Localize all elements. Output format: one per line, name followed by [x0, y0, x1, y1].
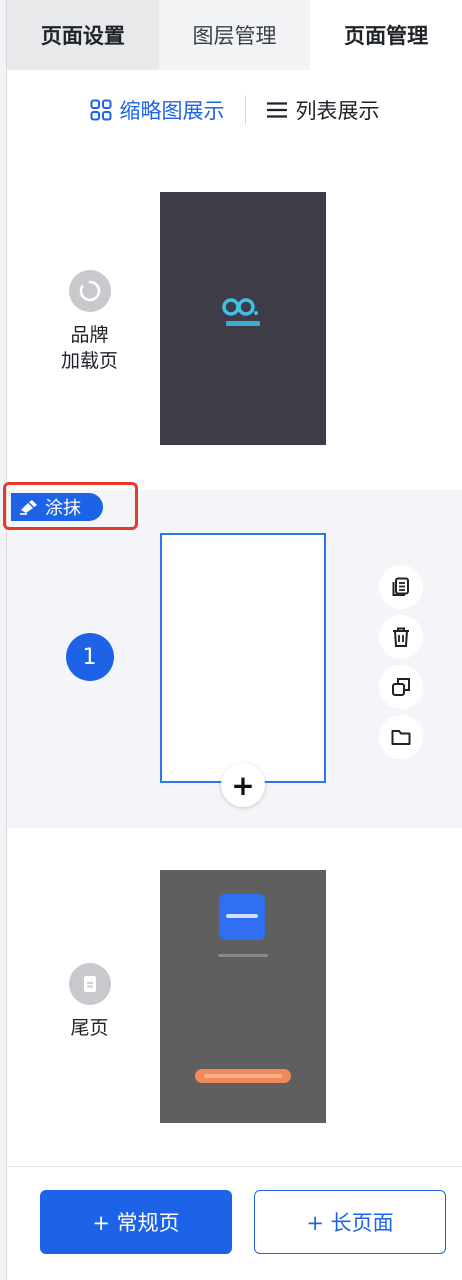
tab-page-management[interactable]: 页面管理	[310, 0, 462, 70]
brand-logo-icon	[222, 298, 260, 326]
add-regular-page-button[interactable]: + 常规页	[40, 1190, 232, 1254]
page-row-tail[interactable]: 尾页	[7, 828, 462, 1166]
add-long-page-button[interactable]: + 长页面	[254, 1190, 446, 1254]
loading-icon	[68, 270, 111, 312]
tail-page-preview	[195, 894, 291, 1083]
page-row-1[interactable]: 涂抹 1 +	[3, 482, 462, 828]
status-badge-smear: 涂抹	[11, 493, 103, 521]
list-icon	[266, 102, 287, 118]
page-thumbnail-brand[interactable]	[160, 192, 326, 445]
duplicate-button[interactable]	[379, 665, 423, 709]
page-thumbnail-tail[interactable]	[160, 870, 326, 1123]
tab-bar: 页面设置 图层管理 页面管理	[7, 0, 462, 70]
document-icon	[68, 963, 111, 1005]
smear-icon	[20, 500, 37, 515]
page-thumbnail-1[interactable]	[160, 533, 326, 783]
delete-button[interactable]	[379, 615, 423, 659]
tab-page-settings[interactable]: 页面设置	[7, 0, 159, 70]
toggle-separator	[244, 95, 246, 125]
page-row-label-group: 尾页	[7, 963, 172, 1041]
copy-icon	[392, 577, 409, 596]
tab-layer-management[interactable]: 图层管理	[158, 0, 311, 70]
view-toggle: 缩略图展示 列表展示	[7, 82, 462, 138]
folder-icon	[391, 730, 411, 745]
page-row-label-group: 1	[7, 633, 172, 681]
duplicate-icon	[392, 678, 410, 696]
add-page-button[interactable]: +	[221, 763, 265, 807]
copy-button[interactable]	[379, 565, 423, 609]
panel-left-border	[0, 0, 7, 1280]
list-view-label: 列表展示	[295, 99, 380, 123]
page-number-badge: 1	[65, 633, 114, 681]
page-row-brand-loading[interactable]: 品牌 加载页	[7, 160, 462, 490]
footer-divider	[7, 1166, 462, 1167]
delete-icon	[393, 627, 409, 647]
grid-icon	[90, 99, 111, 121]
page-label: 尾页	[70, 1017, 109, 1039]
page-row-label-group: 品牌 加载页	[7, 270, 172, 374]
thumbnail-view-button[interactable]: 缩略图展示	[90, 95, 225, 125]
list-view-button[interactable]: 列表展示	[266, 95, 380, 125]
move-to-folder-button[interactable]	[379, 715, 423, 759]
page-label: 品牌 加载页	[60, 324, 118, 372]
thumbnail-view-label: 缩略图展示	[119, 99, 225, 123]
page-actions	[379, 565, 423, 765]
